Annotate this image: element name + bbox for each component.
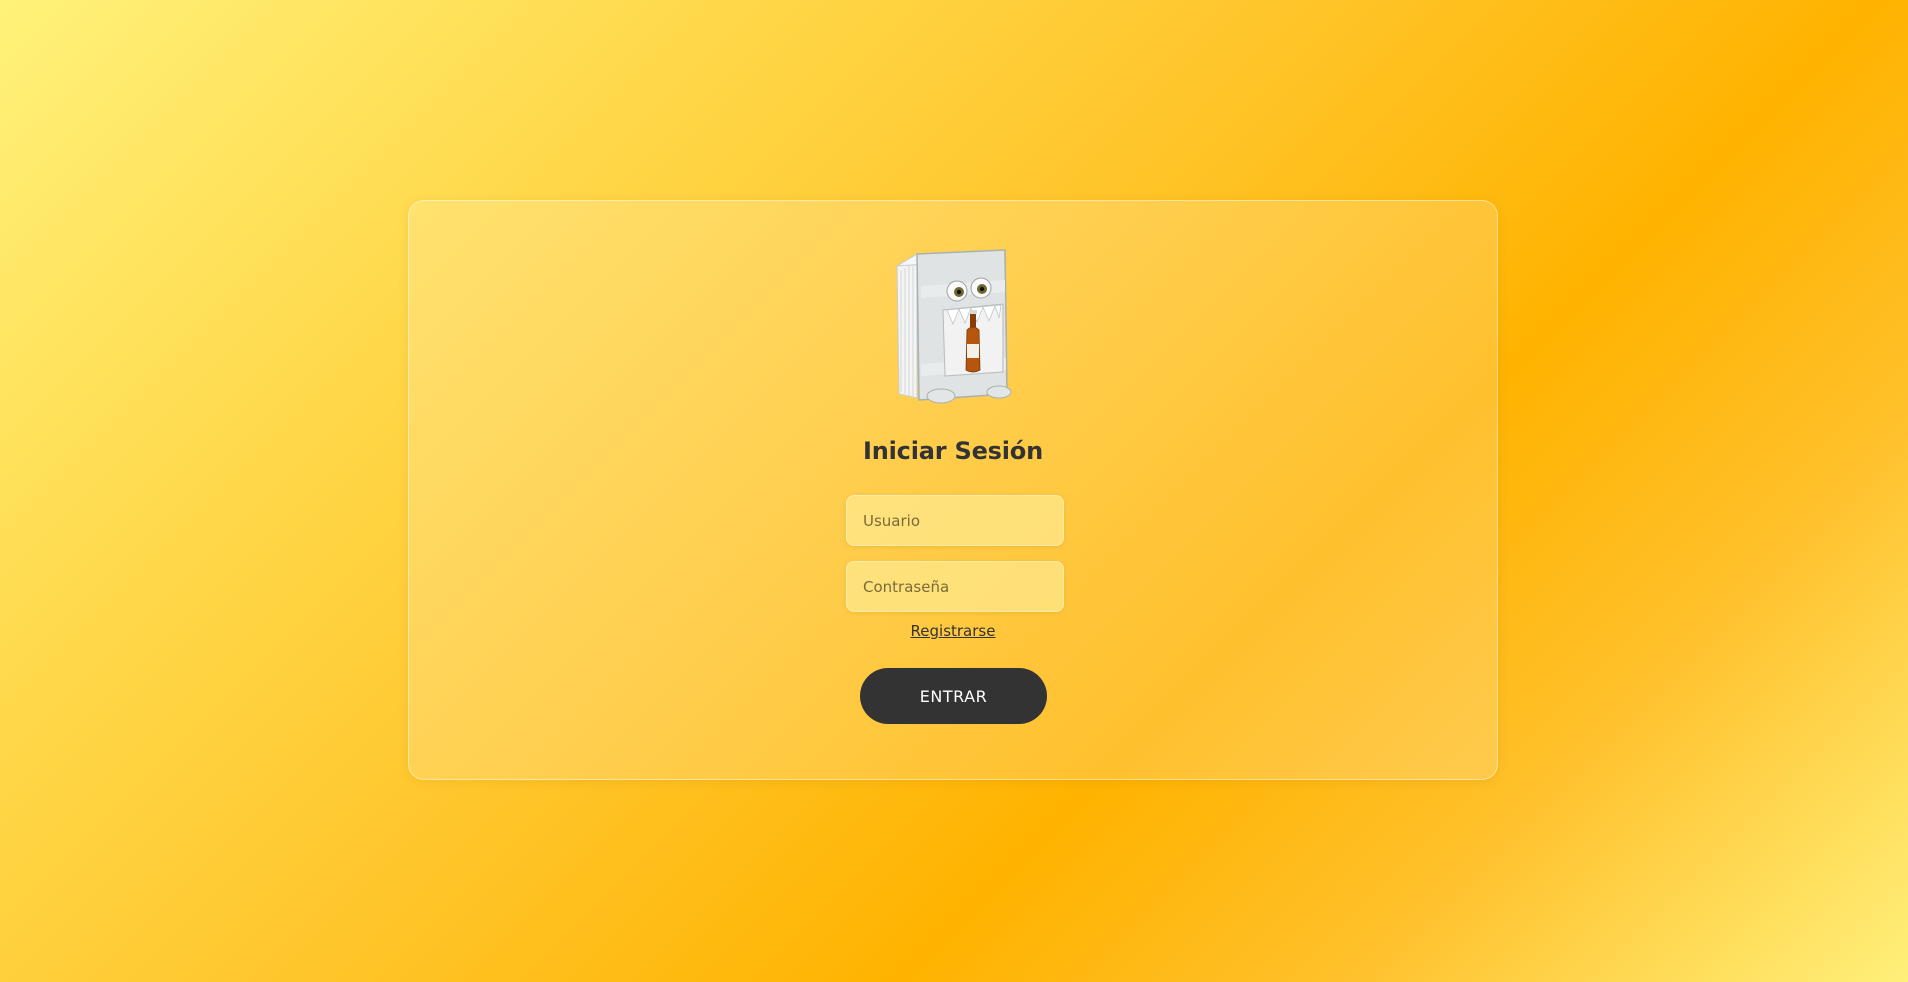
login-card: Iniciar Sesión Registrarse ENTRAR	[408, 200, 1498, 780]
page-title: Iniciar Sesión	[863, 437, 1043, 465]
register-link[interactable]: Registrarse	[409, 622, 1497, 640]
submit-button[interactable]: ENTRAR	[860, 668, 1047, 724]
book-monster-with-bottle-icon	[896, 249, 1012, 404]
username-input[interactable]	[846, 495, 1064, 546]
password-input[interactable]	[846, 561, 1064, 612]
